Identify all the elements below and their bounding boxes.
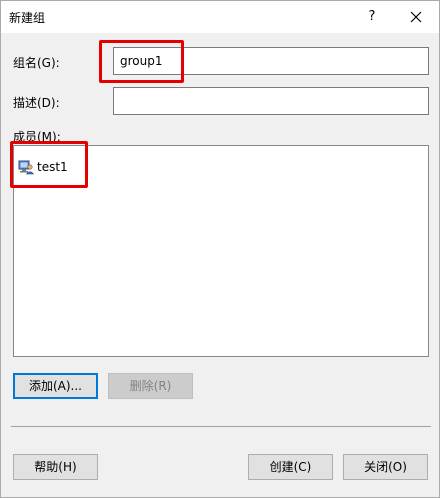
remove-button[interactable]: 删除(R) — [108, 373, 193, 399]
group-name-label: 组名(G): — [13, 56, 60, 70]
help-button[interactable]: 帮助(H) — [13, 454, 98, 480]
new-group-dialog: 新建组 ? 组名(G): group1 描述(D): 成员(M): test1 … — [0, 0, 440, 498]
close-window-button[interactable] — [401, 5, 431, 29]
help-title-button[interactable]: ? — [357, 5, 387, 29]
window-title: 新建组 — [9, 11, 46, 25]
title-bar: 新建组 ? — [1, 1, 439, 33]
annotation-box-group-name — [99, 40, 184, 83]
annotation-box-member — [10, 141, 88, 188]
description-label: 描述(D): — [13, 96, 60, 110]
close-icon — [410, 11, 422, 23]
close-button[interactable]: 关闭(O) — [343, 454, 428, 480]
divider — [11, 426, 431, 427]
description-input[interactable] — [113, 87, 429, 115]
add-button[interactable]: 添加(A)... — [13, 373, 98, 399]
create-button[interactable]: 创建(C) — [248, 454, 333, 480]
